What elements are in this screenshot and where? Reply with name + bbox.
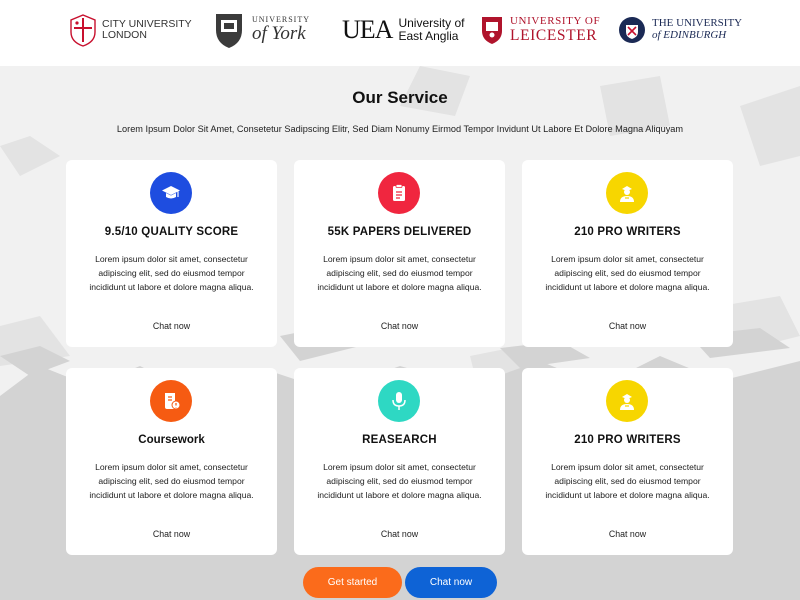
edinburgh-logo: THE UNIVERSITY of EDINBURGH [618, 10, 742, 50]
writer-icon [620, 186, 634, 202]
uea-mark: UEA [342, 15, 393, 44]
uea-logo-line2: East Anglia [398, 29, 459, 43]
card-title: 210 PRO WRITERS [574, 434, 681, 446]
service-card-pro-writers: 210 PRO WRITERS Lorem ipsum dolor sit am… [522, 160, 733, 347]
york-crest-icon [216, 14, 242, 48]
service-card-research: REASEARCH Lorem ipsum dolor sit amet, co… [294, 368, 505, 555]
service-card-pro-writers-2: 210 PRO WRITERS Lorem ipsum dolor sit am… [522, 368, 733, 555]
university-logos-bar: CITY UNIVERSITY LONDON UNIVERSITY of Yor… [0, 0, 800, 66]
card-title: REASEARCH [362, 434, 437, 446]
chat-now-link[interactable]: Chat now [66, 321, 277, 331]
card-description: Lorem ipsum dolor sit amet, consectetur … [89, 462, 254, 500]
city-logo-line2: LONDON [102, 29, 147, 41]
leicester-crest-icon [482, 17, 502, 44]
service-section: Our Service Lorem Ipsum Dolor Sit Amet, … [0, 66, 800, 600]
papers-icon-circle [378, 172, 420, 214]
card-title: Coursework [138, 434, 205, 446]
book-icon [165, 393, 181, 410]
writer-icon [620, 394, 634, 410]
coursework-icon-circle [150, 380, 192, 422]
edinburgh-crest-icon [619, 17, 645, 43]
card-description: Lorem ipsum dolor sit amet, consectetur … [317, 462, 482, 500]
york-logo-line2: of York [252, 23, 306, 45]
service-card-papers-delivered: 55K PAPERS DELIVERED Lorem ipsum dolor s… [294, 160, 505, 347]
microphone-icon [392, 392, 406, 410]
city-crest-icon [70, 14, 96, 47]
clipboard-icon [393, 184, 405, 201]
chat-now-link[interactable]: Chat now [294, 321, 505, 331]
york-university-logo: UNIVERSITY of York [212, 10, 310, 50]
chat-now-link[interactable]: Chat now [66, 529, 277, 539]
card-title: 55K PAPERS DELIVERED [327, 226, 472, 238]
quality-icon-circle [150, 172, 192, 214]
get-started-button[interactable]: Get started [303, 567, 402, 598]
edinburgh-logo-line2: of EDINBURGH [652, 29, 727, 41]
research-icon-circle [378, 380, 420, 422]
writers-icon-circle [606, 172, 648, 214]
chat-now-button[interactable]: Chat now [405, 567, 497, 598]
card-description: Lorem ipsum dolor sit amet, consectetur … [89, 254, 254, 292]
section-subtitle: Lorem Ipsum Dolor Sit Amet, Consetetur S… [116, 124, 684, 134]
graduation-cap-icon [162, 186, 180, 199]
leicester-logo: UNIVERSITY OF LEICESTER [480, 10, 600, 50]
uea-logo: UEA University of East Anglia [342, 10, 464, 50]
card-title: 210 PRO WRITERS [574, 226, 681, 238]
card-title: 9.5/10 QUALITY SCORE [104, 226, 239, 238]
chat-now-link[interactable]: Chat now [294, 529, 505, 539]
chat-now-link[interactable]: Chat now [522, 529, 733, 539]
leicester-logo-line2: LEICESTER [510, 26, 598, 44]
card-description: Lorem ipsum dolor sit amet, consectetur … [317, 254, 482, 292]
writers-icon-circle [606, 380, 648, 422]
service-card-coursework: Coursework Lorem ipsum dolor sit amet, c… [66, 368, 277, 555]
service-card-quality-score: 9.5/10 QUALITY SCORE Lorem ipsum dolor s… [66, 160, 277, 347]
section-title: Our Service [352, 88, 448, 107]
card-description: Lorem ipsum dolor sit amet, consectetur … [545, 462, 710, 500]
chat-now-link[interactable]: Chat now [522, 321, 733, 331]
card-description: Lorem ipsum dolor sit amet, consectetur … [545, 254, 710, 292]
city-university-logo: CITY UNIVERSITY LONDON [68, 10, 192, 50]
leicester-logo-line1: UNIVERSITY OF [510, 15, 601, 28]
